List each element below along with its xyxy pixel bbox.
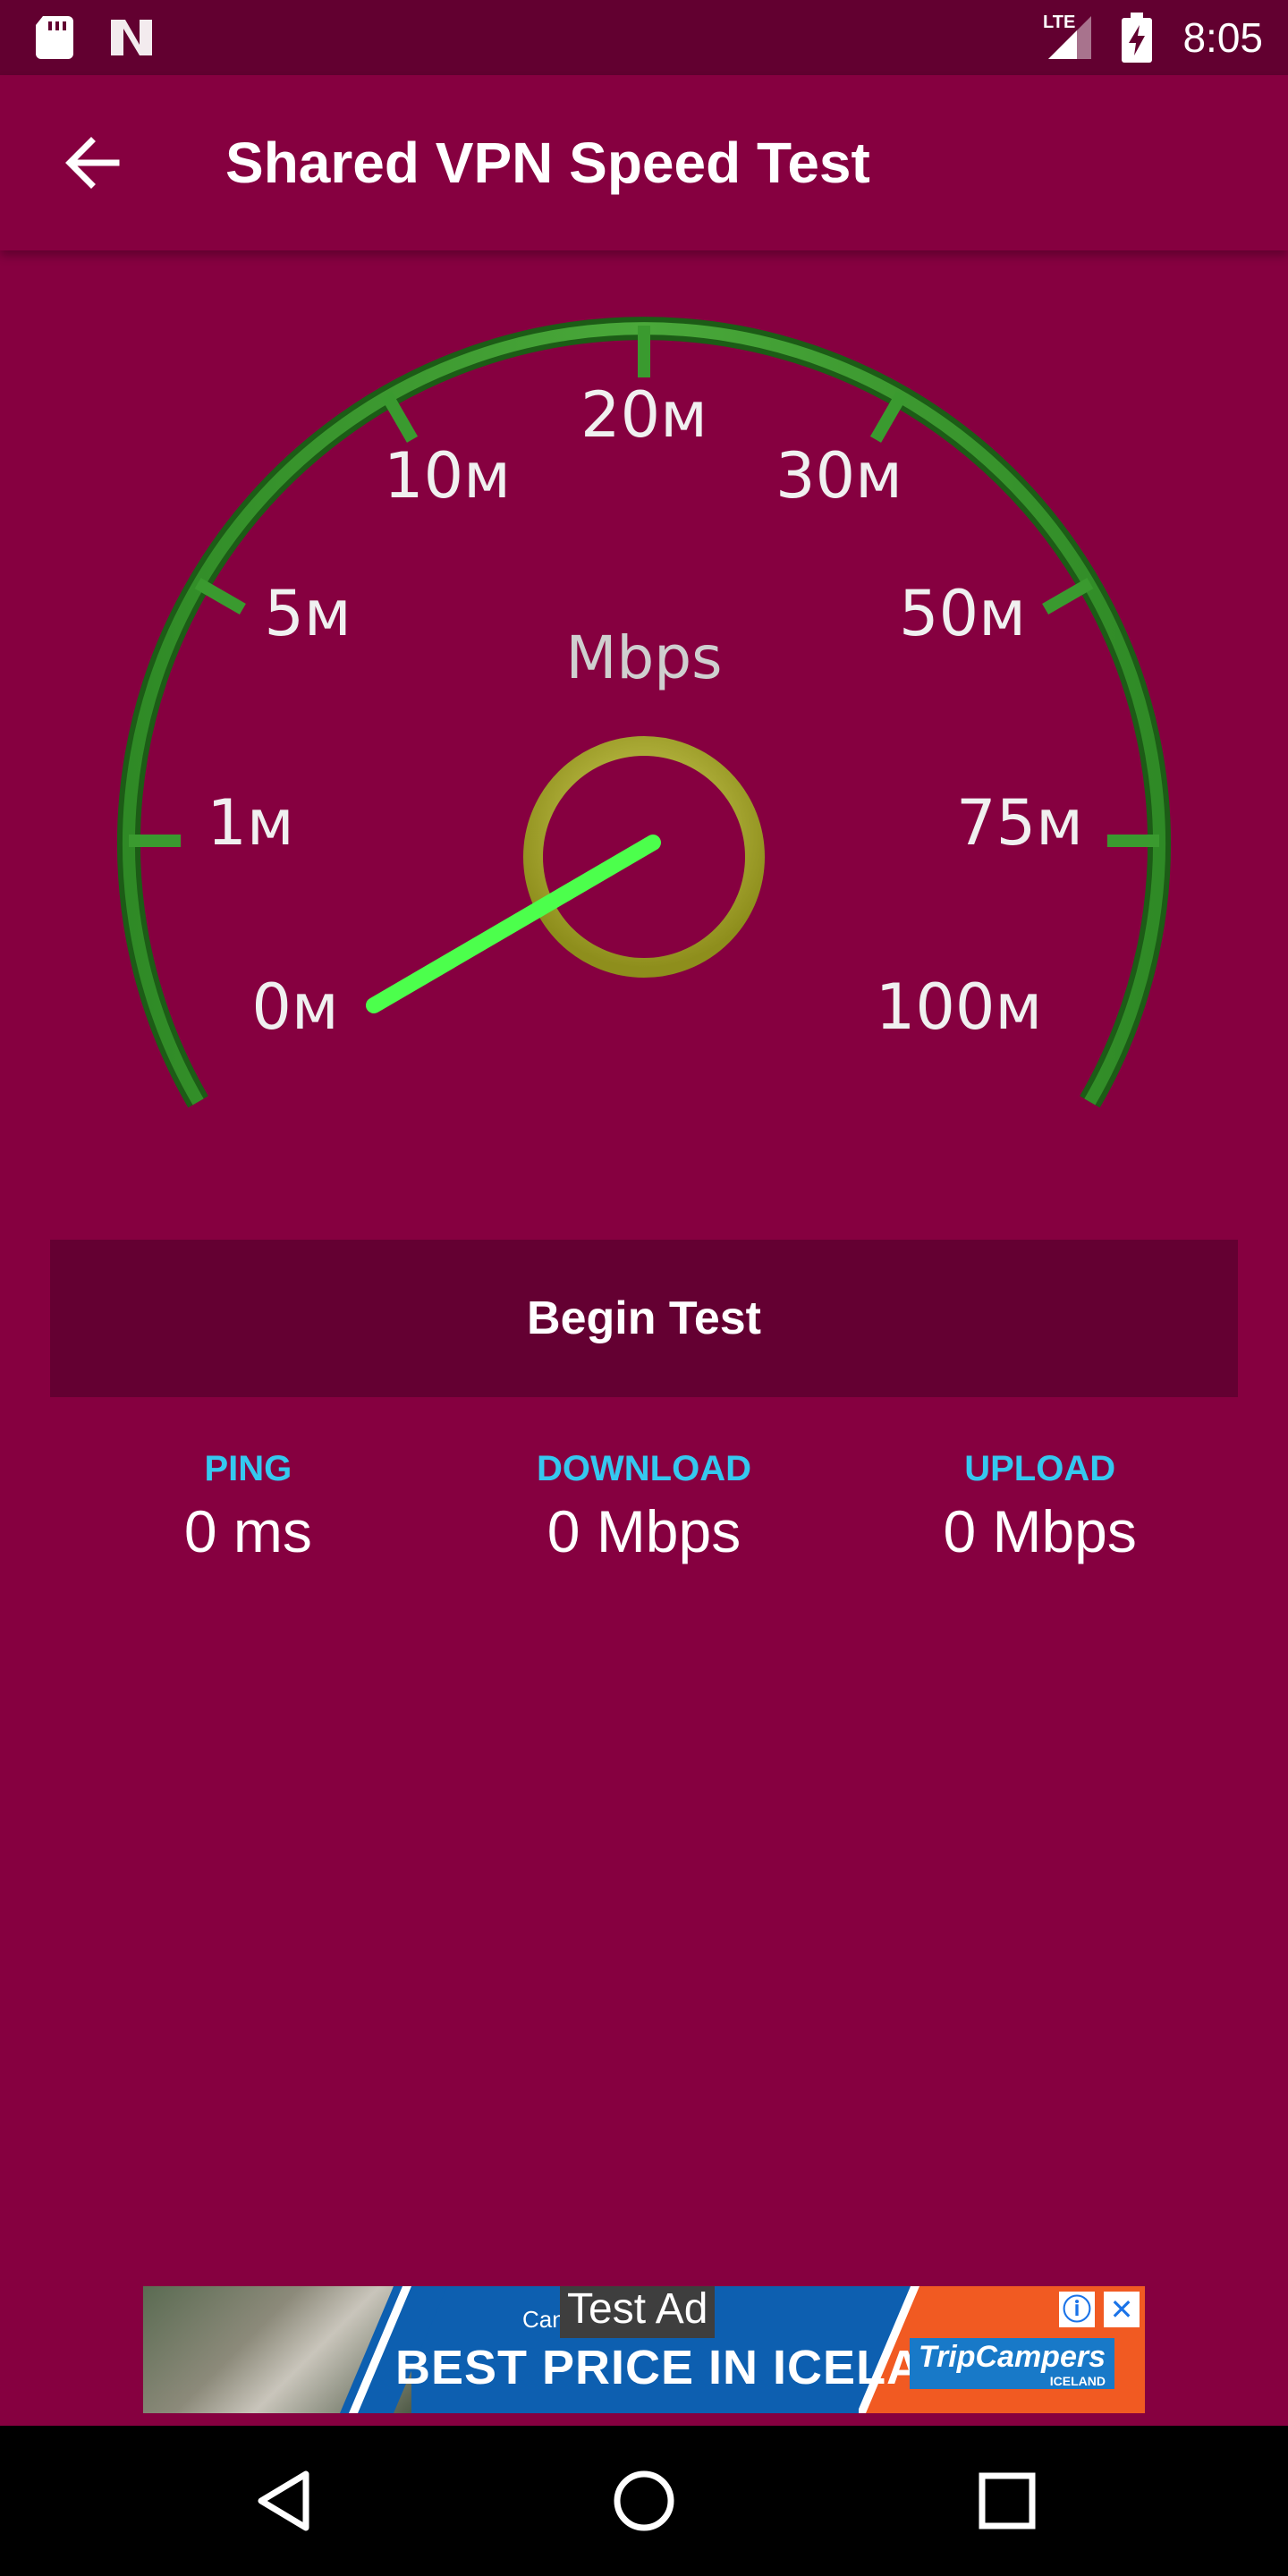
ad-controls: ⓘ ✕ (1059, 2292, 1140, 2327)
home-circle-icon[interactable] (601, 2458, 687, 2544)
clock: 8:05 (1182, 14, 1263, 61)
ping-value: 0 ms (183, 1498, 312, 1564)
battery-charging-icon (1122, 13, 1152, 63)
download-value: 0 Mbps (547, 1498, 741, 1564)
upload-value: 0 Mbps (943, 1498, 1137, 1564)
gauge-tick-label: 30м (775, 439, 902, 513)
ad-info-icon[interactable]: ⓘ (1059, 2292, 1095, 2327)
upload-label: UPLOAD (964, 1449, 1116, 1488)
gauge-tick-labels: 0м 1м 5м 10м 20м 30м 50м 75м 100м (207, 378, 1083, 1044)
gauge-tick-label: 20м (580, 378, 708, 452)
upload-stat: UPLOAD 0 Mbps (842, 1444, 1238, 1587)
ad-headline: BEST PRICE IN ICELAND (395, 2341, 995, 2394)
ad-banner[interactable]: Can BEST PRICE IN ICELAND TripCampers ICE… (143, 2286, 1145, 2413)
results-panel: PING 0 ms DOWNLOAD 0 Mbps UPLOAD 0 Mbps (50, 1444, 1238, 1587)
ad-tag: Test Ad (560, 2286, 716, 2338)
ping-stat: PING 0 ms (50, 1444, 446, 1587)
gauge-tick-label: 1м (207, 786, 293, 860)
arrow-back-icon[interactable] (50, 120, 136, 206)
gauge-tick-label: 5м (264, 577, 351, 650)
notification-n-icon (111, 20, 152, 55)
status-bar: LTE 8:05 (0, 0, 1288, 75)
speedometer-gauge: 0м 1м 5м 10м 20м 30м 50м 75м 100м Mbps (117, 317, 1171, 1108)
ad-brand-text: TripCampers (918, 2340, 1106, 2374)
gauge-unit-label: Mbps (565, 623, 722, 692)
gauge-tick-label: 10м (384, 439, 511, 513)
gauge-tick-label: 100м (876, 970, 1042, 1044)
recents-square-icon[interactable] (964, 2458, 1050, 2544)
ad-brand: TripCampers ICELAND (909, 2338, 1114, 2389)
lte-signal-icon (1048, 16, 1091, 59)
gauge-needle (366, 835, 661, 1013)
app-bar: Shared VPN Speed Test (0, 75, 1288, 250)
download-label: DOWNLOAD (537, 1449, 751, 1488)
begin-test-button[interactable]: Begin Test (50, 1240, 1238, 1397)
download-stat: DOWNLOAD 0 Mbps (446, 1444, 843, 1587)
gauge-tick-label: 50м (899, 577, 1026, 650)
ad-brand-sub: ICELAND (1049, 2374, 1106, 2388)
page-title: Shared VPN Speed Test (225, 131, 870, 195)
sd-card-icon (36, 16, 73, 59)
ad-small-text: Can (522, 2306, 565, 2333)
back-triangle-icon[interactable] (243, 2458, 329, 2544)
gauge-tick-label: 75м (956, 786, 1083, 860)
ad-close-icon[interactable]: ✕ (1104, 2292, 1140, 2327)
system-nav-bar (0, 2426, 1288, 2576)
ping-label: PING (204, 1449, 292, 1488)
gauge-tick-label: 0м (251, 970, 338, 1044)
